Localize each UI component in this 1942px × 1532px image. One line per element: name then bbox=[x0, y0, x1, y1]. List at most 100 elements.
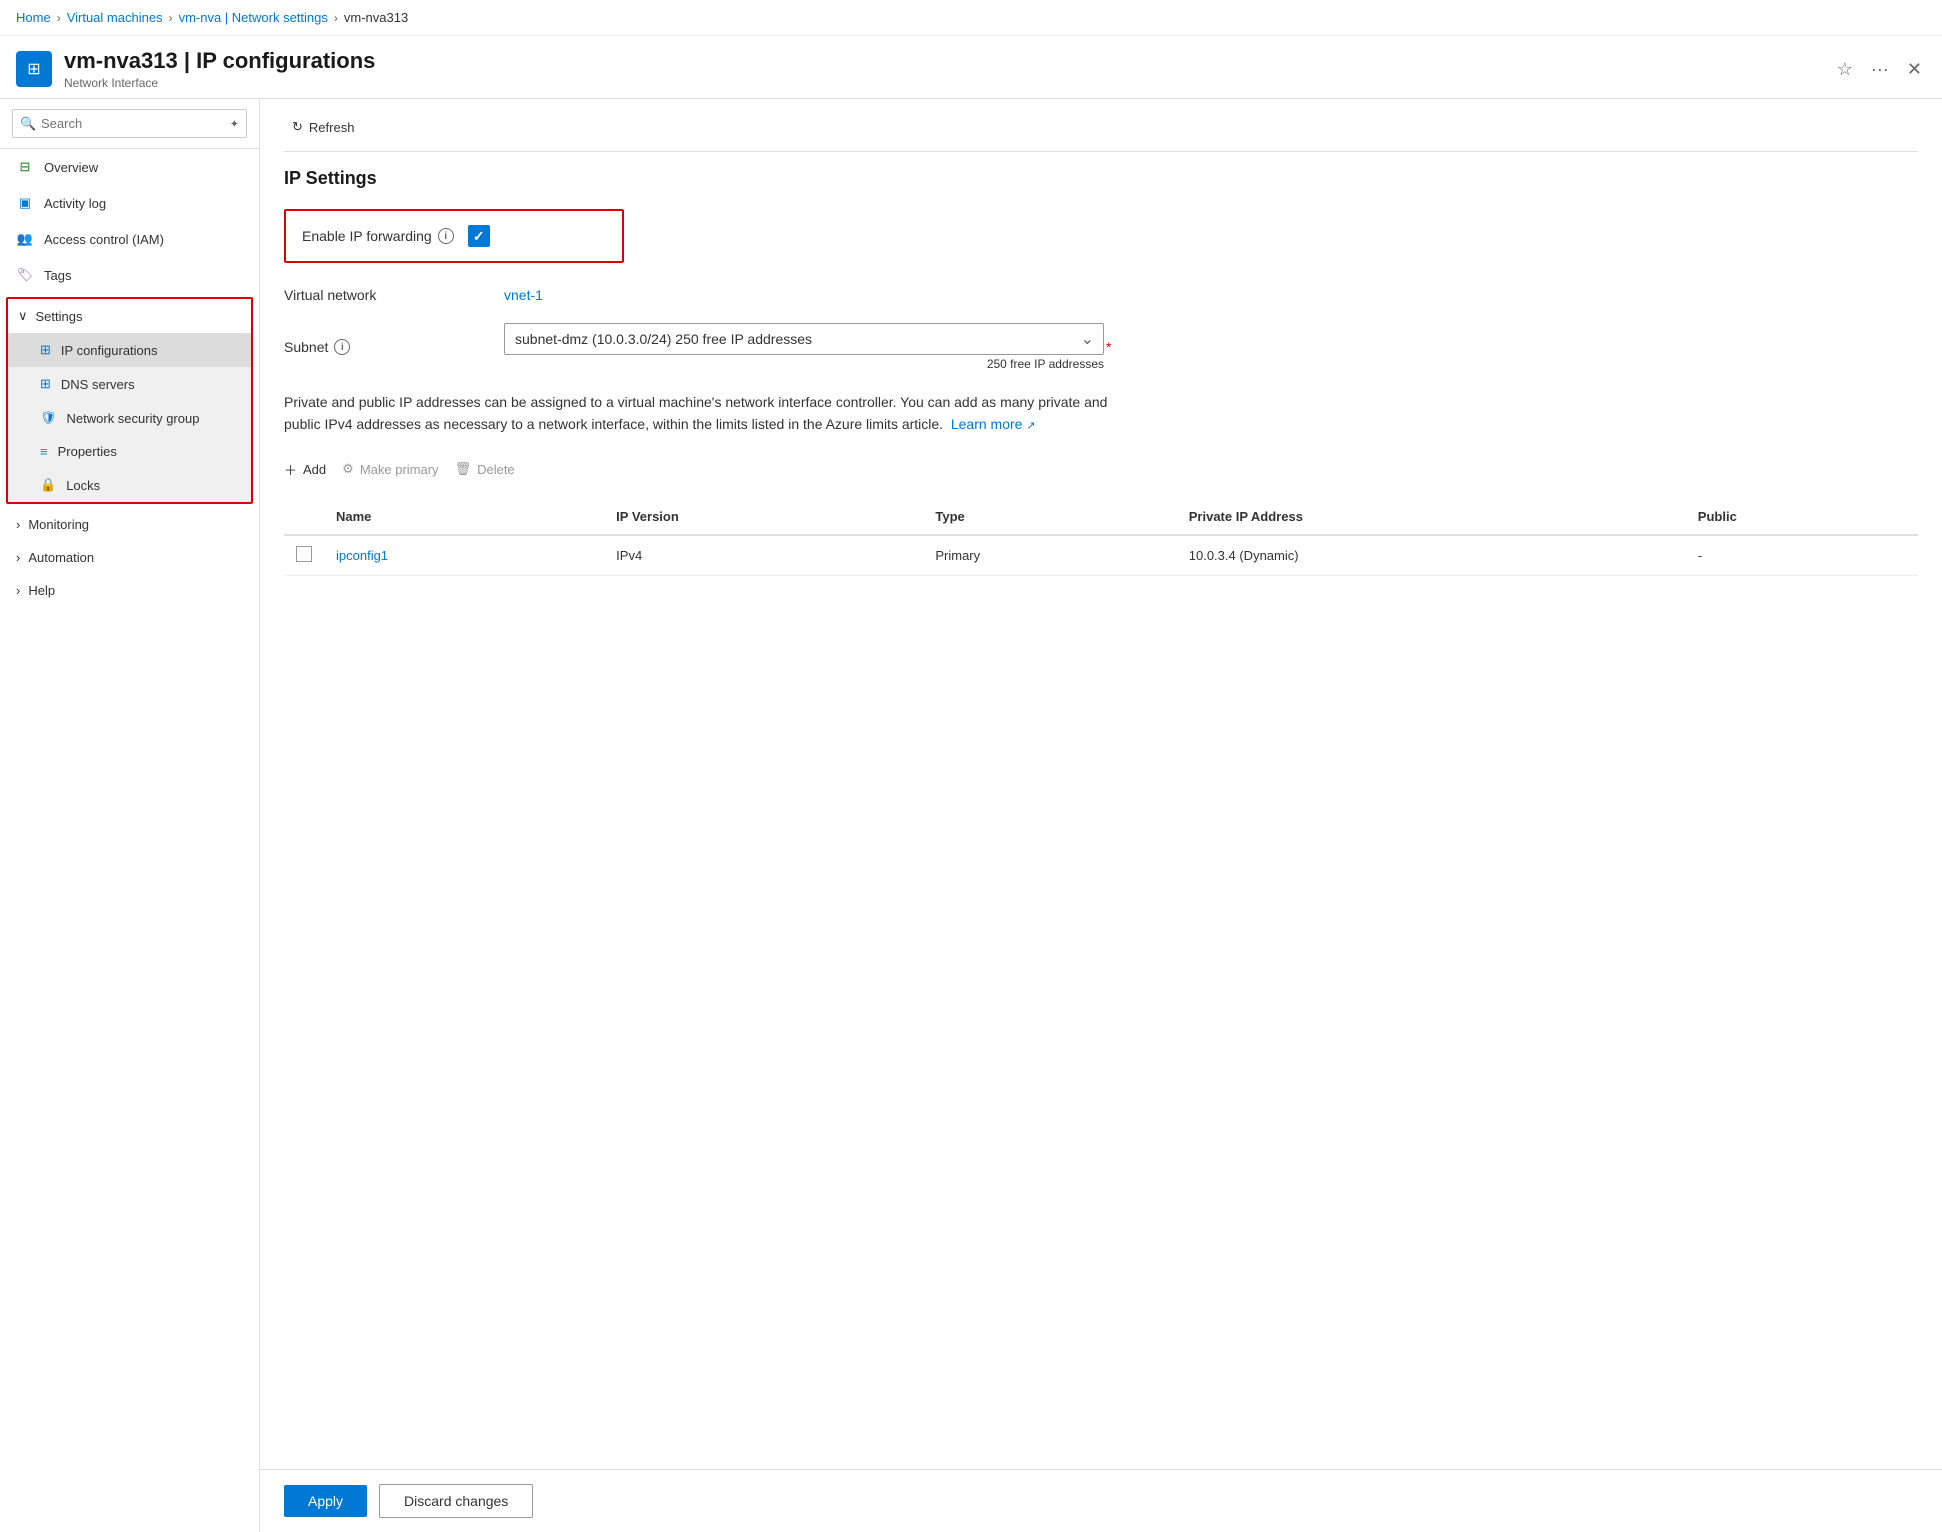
breadcrumb-network-settings[interactable]: vm-nva | Network settings bbox=[179, 10, 328, 25]
add-label: Add bbox=[303, 462, 326, 477]
sidebar-item-help[interactable]: › Help bbox=[0, 574, 259, 607]
sidebar-item-access-control[interactable]: 👥 Access control (IAM) bbox=[0, 221, 259, 257]
breadcrumb-home[interactable]: Home bbox=[16, 10, 51, 25]
make-primary-icon: ⚙ bbox=[342, 461, 354, 477]
settings-section-header[interactable]: ∨ Settings bbox=[8, 299, 251, 333]
sidebar-item-activity-label: Activity log bbox=[44, 196, 106, 211]
page-header: ⊞ vm-nva313 | IP configurations Network … bbox=[0, 36, 1942, 99]
refresh-label: Refresh bbox=[309, 120, 355, 135]
footer: Apply Discard changes bbox=[260, 1469, 1942, 1532]
ipconfig-link[interactable]: ipconfig1 bbox=[336, 548, 388, 563]
action-row: ＋ Add ⚙ Make primary 🗑 Delete bbox=[284, 456, 1918, 483]
discard-button[interactable]: Discard changes bbox=[379, 1484, 533, 1518]
apply-button[interactable]: Apply bbox=[284, 1485, 367, 1517]
dns-icon: ⊞ bbox=[40, 376, 51, 392]
table-header-ip-version: IP Version bbox=[604, 499, 923, 535]
main-content: ↻ Refresh IP Settings Enable IP forwardi… bbox=[260, 99, 1942, 1469]
search-wrap: 🔍 ✦ bbox=[12, 109, 247, 138]
delete-button[interactable]: 🗑 Delete bbox=[455, 457, 515, 481]
subnet-select[interactable]: subnet-dmz (10.0.3.0/24) 250 free IP add… bbox=[504, 323, 1104, 355]
sidebar-search-container: 🔍 ✦ bbox=[0, 99, 259, 149]
virtual-network-row: Virtual network vnet-1 bbox=[284, 287, 1918, 303]
sidebar-item-automation[interactable]: › Automation bbox=[0, 541, 259, 574]
subnet-info-icon[interactable]: i bbox=[334, 339, 350, 355]
description-text: Private and public IP addresses can be a… bbox=[284, 391, 1144, 436]
search-clear-icon[interactable]: ✦ bbox=[230, 117, 239, 130]
sidebar-item-access-label: Access control (IAM) bbox=[44, 232, 164, 247]
sidebar-item-locks[interactable]: 🔒 Locks bbox=[8, 468, 251, 502]
sidebar-item-network-security-group[interactable]: 🛡 Network security group bbox=[8, 401, 251, 435]
help-expand-icon: › bbox=[16, 583, 20, 598]
help-label: Help bbox=[28, 583, 55, 598]
page-title: vm-nva313 | IP configurations bbox=[64, 48, 1821, 74]
sidebar-item-activity-log[interactable]: ▣ Activity log bbox=[0, 185, 259, 221]
ip-forwarding-info-icon[interactable]: i bbox=[438, 228, 454, 244]
table-cell-name: ipconfig1 bbox=[324, 535, 604, 576]
table-cell-type: Primary bbox=[923, 535, 1176, 576]
properties-icon: ≡ bbox=[40, 444, 48, 459]
table-header-private-ip: Private IP Address bbox=[1177, 499, 1686, 535]
delete-label: Delete bbox=[477, 462, 515, 477]
monitoring-expand-icon: › bbox=[16, 517, 20, 532]
table-header: Name IP Version Type Private IP Address … bbox=[284, 499, 1918, 535]
header-actions: ☆ ··· ✕ bbox=[1833, 55, 1926, 84]
delete-icon: 🗑 bbox=[455, 461, 472, 477]
sidebar: 🔍 ✦ ⊟ Overview ▣ Activity log 👥 Access c… bbox=[0, 99, 260, 1532]
locks-icon: 🔒 bbox=[40, 477, 56, 493]
add-icon: ＋ bbox=[284, 460, 297, 479]
ip-forwarding-container: Enable IP forwarding i bbox=[284, 209, 624, 263]
settings-collapse-icon: ∨ bbox=[18, 308, 28, 324]
external-link-icon: ↗ bbox=[1026, 420, 1035, 432]
page-subtitle: Network Interface bbox=[64, 76, 1821, 90]
virtual-network-link[interactable]: vnet-1 bbox=[504, 287, 543, 303]
search-icon: 🔍 bbox=[20, 116, 36, 132]
table-header-type: Type bbox=[923, 499, 1176, 535]
breadcrumb-vms[interactable]: Virtual machines bbox=[67, 10, 163, 25]
header-text: vm-nva313 | IP configurations Network In… bbox=[64, 48, 1821, 90]
learn-more-link[interactable]: Learn more ↗ bbox=[951, 416, 1036, 432]
header-icon-symbol: ⊞ bbox=[27, 59, 40, 79]
make-primary-label: Make primary bbox=[360, 462, 439, 477]
access-control-icon: 👥 bbox=[16, 230, 34, 248]
required-indicator: * bbox=[1106, 339, 1111, 355]
section-title: IP Settings bbox=[284, 168, 1918, 189]
sidebar-item-tags-label: Tags bbox=[44, 268, 71, 283]
table-header-name: Name bbox=[324, 499, 604, 535]
ip-config-table: Name IP Version Type Private IP Address … bbox=[284, 499, 1918, 576]
sidebar-item-nsg-label: Network security group bbox=[67, 411, 200, 426]
sidebar-item-dns-servers[interactable]: ⊞ DNS servers bbox=[8, 367, 251, 401]
ip-forwarding-checkbox[interactable] bbox=[468, 225, 490, 247]
automation-label: Automation bbox=[28, 550, 94, 565]
overview-icon: ⊟ bbox=[16, 158, 34, 176]
nsg-icon: 🛡 bbox=[40, 410, 57, 426]
sidebar-item-monitoring[interactable]: › Monitoring bbox=[0, 508, 259, 541]
automation-expand-icon: › bbox=[16, 550, 20, 565]
table-cell-private-ip: 10.0.3.4 (Dynamic) bbox=[1177, 535, 1686, 576]
more-options-button[interactable]: ··· bbox=[1867, 55, 1893, 84]
settings-label: Settings bbox=[36, 309, 83, 324]
close-button[interactable]: ✕ bbox=[1903, 55, 1926, 84]
virtual-network-label: Virtual network bbox=[284, 287, 504, 303]
row-checkbox[interactable] bbox=[296, 546, 312, 562]
header-icon: ⊞ bbox=[16, 51, 52, 87]
favorite-button[interactable]: ☆ bbox=[1833, 55, 1857, 84]
sidebar-item-tags[interactable]: 🏷 Tags bbox=[0, 257, 259, 293]
sidebar-item-ip-config-label: IP configurations bbox=[61, 343, 158, 358]
ip-config-icon: ⊞ bbox=[40, 342, 51, 358]
breadcrumb-current: vm-nva313 bbox=[344, 10, 408, 25]
refresh-icon: ↻ bbox=[292, 119, 303, 135]
sidebar-item-overview[interactable]: ⊟ Overview bbox=[0, 149, 259, 185]
sidebar-item-overview-label: Overview bbox=[44, 160, 98, 175]
add-button[interactable]: ＋ Add bbox=[284, 456, 326, 483]
table-cell-ip-version: IPv4 bbox=[604, 535, 923, 576]
table-cell-checkbox bbox=[284, 535, 324, 576]
settings-section: ∨ Settings ⊞ IP configurations ⊞ DNS ser… bbox=[6, 297, 253, 504]
sidebar-item-properties[interactable]: ≡ Properties bbox=[8, 435, 251, 468]
search-input[interactable] bbox=[12, 109, 247, 138]
tags-icon: 🏷 bbox=[16, 266, 34, 284]
make-primary-button[interactable]: ⚙ Make primary bbox=[342, 457, 438, 481]
activity-log-icon: ▣ bbox=[16, 194, 34, 212]
sidebar-item-ip-configurations[interactable]: ⊞ IP configurations bbox=[8, 333, 251, 367]
main-layout: 🔍 ✦ ⊟ Overview ▣ Activity log 👥 Access c… bbox=[0, 99, 1942, 1532]
refresh-button[interactable]: ↻ Refresh bbox=[284, 115, 362, 139]
